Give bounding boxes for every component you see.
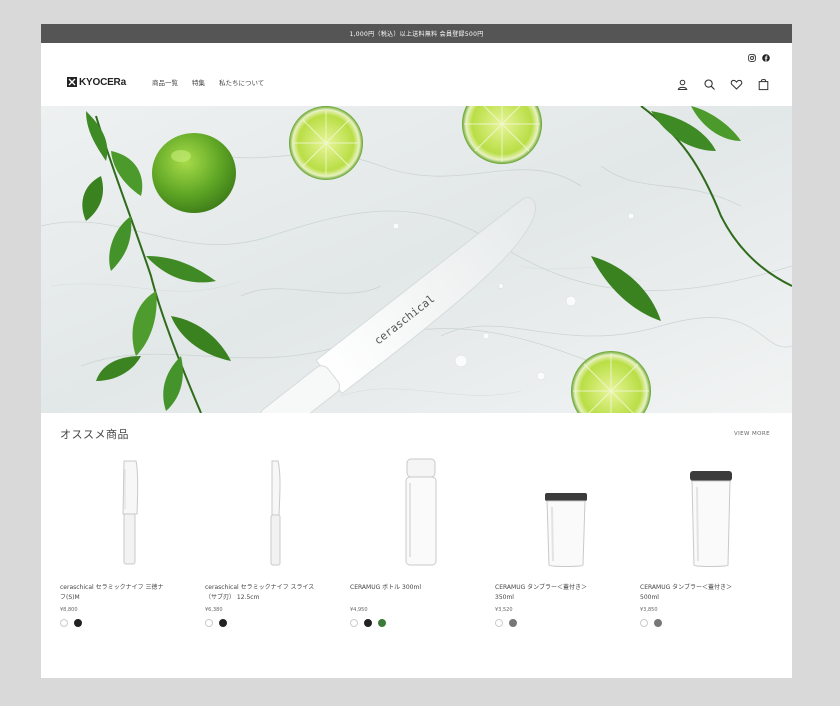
product-price: ¥3,850 — [640, 607, 658, 613]
product-image[interactable] — [203, 455, 348, 583]
cart-icon[interactable] — [757, 76, 770, 90]
product-image[interactable] — [493, 455, 638, 583]
product-card[interactable]: ceraschical セラミックナイフ スライス （サブ刃） 12.5cm ¥6… — [203, 455, 348, 627]
product-price: ¥6,380 — [205, 607, 223, 613]
swatch-white[interactable] — [495, 619, 503, 627]
hero-banner[interactable]: ceraschical — [41, 106, 792, 413]
swatch-gray[interactable] — [509, 619, 517, 627]
product-name[interactable]: CERAMUG タンブラー＜蓋付き＞ 500ml — [638, 583, 768, 603]
swatch-black[interactable] — [364, 619, 372, 627]
site-header: KYOCERa 商品一覧 特集 私たちについて — [41, 58, 792, 106]
product-card[interactable]: CERAMUG タンブラー＜蓋付き＞ 500ml ¥3,850 — [638, 455, 783, 627]
product-price: ¥8,800 — [60, 607, 78, 613]
logo-mark-icon — [67, 77, 77, 87]
color-swatches — [493, 619, 638, 627]
product-card[interactable]: ceraschical セラミックナイフ 三徳ナ フ(S)M ¥8,800 — [58, 455, 203, 627]
product-list: ceraschical セラミックナイフ 三徳ナ フ(S)M ¥8,800 cer… — [41, 455, 792, 627]
recommended-section-header: オススメ商品 VIEW MORE — [41, 413, 792, 455]
account-icon[interactable] — [676, 76, 689, 90]
color-swatches — [58, 619, 203, 627]
browser-page: 1,000円（税込）以上送料無料 会員登録500円 KYOCERa 商品一覧 特… — [41, 24, 792, 678]
view-all-link[interactable]: VIEW MORE — [734, 431, 770, 437]
product-image[interactable] — [58, 455, 203, 583]
nav-item-products[interactable]: 商品一覧 — [152, 77, 178, 87]
product-price: ¥4,950 — [350, 607, 368, 613]
color-swatches — [348, 619, 493, 627]
product-name[interactable]: ceraschical セラミックナイフ 三徳ナ フ(S)M — [58, 583, 188, 603]
product-name[interactable]: CERAMUG ボトル 300ml — [348, 583, 478, 603]
social-links — [41, 43, 792, 62]
color-swatches — [203, 619, 348, 627]
product-name[interactable]: ceraschical セラミックナイフ スライス （サブ刃） 12.5cm — [203, 583, 333, 603]
product-image[interactable] — [638, 455, 783, 583]
product-card[interactable]: CERAMUG タンブラー＜蓋付き＞ 350ml ¥3,520 — [493, 455, 638, 627]
product-price: ¥3,520 — [495, 607, 513, 613]
swatch-gray[interactable] — [654, 619, 662, 627]
main-nav: 商品一覧 特集 私たちについて — [152, 77, 264, 87]
search-icon[interactable] — [703, 76, 716, 90]
product-image[interactable] — [348, 455, 493, 583]
announcement-text: 1,000円（税込）以上送料無料 会員登録500円 — [349, 31, 484, 38]
swatch-white[interactable] — [350, 619, 358, 627]
swatch-white[interactable] — [640, 619, 648, 627]
swatch-white[interactable] — [60, 619, 68, 627]
nav-item-about[interactable]: 私たちについて — [219, 77, 264, 87]
swatch-white[interactable] — [205, 619, 213, 627]
logo-text: KYOCERa — [79, 76, 126, 88]
header-actions — [676, 76, 770, 90]
nav-item-features[interactable]: 特集 — [192, 77, 205, 87]
swatch-green[interactable] — [378, 619, 386, 627]
swatch-black[interactable] — [219, 619, 227, 627]
instagram-icon[interactable] — [748, 47, 756, 62]
product-card[interactable]: CERAMUG ボトル 300ml ¥4,950 — [348, 455, 493, 627]
section-title: オススメ商品 — [60, 428, 129, 441]
color-swatches — [638, 619, 783, 627]
facebook-icon[interactable] — [762, 47, 770, 62]
favorite-icon[interactable] — [730, 76, 743, 90]
swatch-black[interactable] — [74, 619, 82, 627]
kyocera-logo[interactable]: KYOCERa — [67, 77, 126, 88]
announcement-bar: 1,000円（税込）以上送料無料 会員登録500円 — [41, 24, 792, 43]
product-name[interactable]: CERAMUG タンブラー＜蓋付き＞ 350ml — [493, 583, 623, 603]
